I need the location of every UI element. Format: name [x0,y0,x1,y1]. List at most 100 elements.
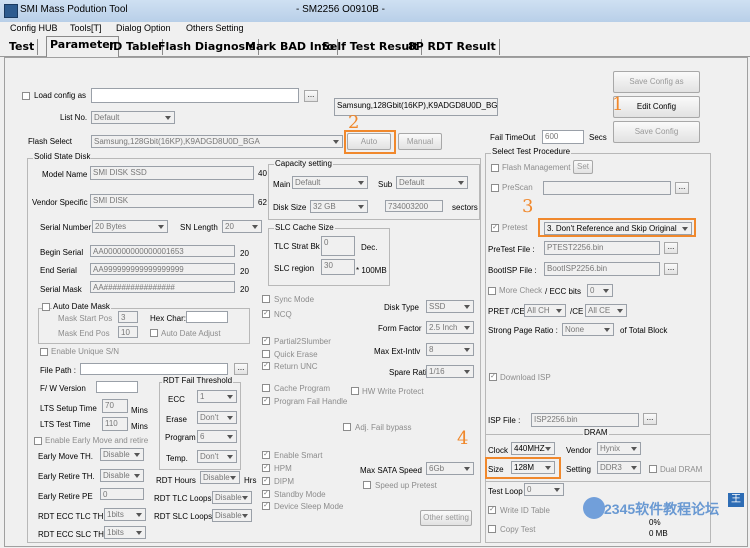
cache-program-checkbox[interactable] [262,384,270,392]
rdt-ecc-tlc-select[interactable]: 1bits [104,508,146,521]
menu-tools[interactable]: Tools[T] [70,23,102,33]
isp-file-browse-button[interactable]: ... [643,413,657,425]
prescan-browse-button[interactable]: ... [675,182,689,194]
return-unc-checkbox[interactable]: ✓ [262,362,270,370]
load-config-checkbox[interactable] [22,92,30,100]
copy-test-checkbox[interactable] [488,525,496,533]
isp-file-input[interactable]: ISP2256.bin [531,413,639,427]
strong-page-ratio-select[interactable]: None [562,323,614,336]
tlc-strat-bk-input[interactable]: 0 [321,236,355,256]
standby-mode-checkbox[interactable]: ✓ [262,490,270,498]
load-config-input[interactable] [91,88,299,103]
file-path-input[interactable] [80,363,228,375]
clock-select[interactable]: 440MHZ [511,442,555,455]
early-move-retire-checkbox[interactable] [34,437,42,445]
early-retire-pe-input[interactable]: 0 [100,488,144,500]
auto-date-adjust-checkbox[interactable] [150,329,158,337]
main-select[interactable]: Default [292,176,368,189]
menu-dialog-option[interactable]: Dialog Option [116,23,171,33]
ncq-checkbox[interactable]: ✓ [262,310,270,318]
download-isp-checkbox[interactable]: ✓ [489,373,497,381]
sn-length-select[interactable]: 20 [222,220,262,233]
mask-end-pos-input[interactable]: 10 [118,326,138,338]
rdt-hours-select[interactable]: Disable [200,471,240,484]
write-id-table-checkbox[interactable]: ✓ [488,506,496,514]
slc-region-input[interactable]: 30 [321,259,355,275]
spare-ratio-select[interactable]: 1/16 [426,365,474,378]
ecc-bits-select[interactable]: 0 [587,284,613,297]
serial-mask-input[interactable]: AA################ [90,281,235,293]
save-config-button[interactable]: Save Config [613,121,700,143]
list-no-select[interactable]: Default [91,111,175,124]
fw-version-input[interactable] [96,381,138,393]
early-retire-th-select[interactable]: Disable [100,469,144,482]
rdt-tlc-loops-select[interactable]: Disable [212,491,252,504]
enable-unique-sn-checkbox[interactable] [40,348,48,356]
bootisp-file-browse-button[interactable]: ... [664,263,678,275]
erase-select[interactable]: Don't care [197,411,237,424]
mask-start-pos-input[interactable]: 3 [118,311,138,323]
max-sata-speed-select[interactable]: 6Gb [426,462,474,475]
pretest-file-input[interactable]: PTEST2256.bin [544,241,660,255]
flash-management-checkbox[interactable] [491,164,499,172]
sub-select[interactable]: Default [396,176,468,189]
partial2slumber-checkbox[interactable]: ✓ [262,337,270,345]
quick-erase-label: Quick Erase [274,350,318,359]
program-fail-handle-checkbox[interactable]: ✓ [262,397,270,405]
menu-others-setting[interactable]: Others Setting [186,23,244,33]
hw-write-protect-checkbox[interactable] [351,387,359,395]
program-select[interactable]: 6 counts [197,430,237,443]
pretest-file-browse-button[interactable]: ... [664,242,678,254]
lts-test-time-input[interactable]: 110 [102,417,128,431]
prescan-file-input[interactable] [543,181,671,195]
file-path-browse-button[interactable]: ... [234,363,248,375]
set-button[interactable]: Set [573,160,593,174]
pret-ce-select[interactable]: All CH [524,304,566,317]
vendor-select[interactable]: Hynix [597,442,641,455]
hex-char-input[interactable] [186,311,228,323]
ce-select[interactable]: All CE [585,304,627,317]
sectors-input[interactable]: 734003200 [385,200,443,212]
dipm-checkbox[interactable]: ✓ [262,477,270,485]
enable-smart-checkbox[interactable]: ✓ [262,451,270,459]
bootisp-file-input[interactable]: BootISP2256.bin [544,262,660,276]
save-config-as-button[interactable]: Save Config as [613,71,700,93]
sync-mode-checkbox[interactable] [262,295,270,303]
pretest-checkbox[interactable]: ✓ [491,224,499,232]
hpm-checkbox[interactable]: ✓ [262,464,270,472]
edit-config-button[interactable]: Edit Config [613,96,700,118]
more-check-checkbox[interactable] [488,287,496,295]
temp-select[interactable]: Don't care [197,450,237,463]
rdt-ecc-slc-select[interactable]: 1bits [104,526,146,539]
test-loop-select[interactable]: 0 [524,483,564,496]
load-config-browse-button[interactable]: ... [304,90,318,102]
setting-select[interactable]: DDR3 [597,461,641,474]
form-factor-select[interactable]: 2.5 Inch [426,321,474,334]
disk-type-select[interactable]: SSD [426,300,474,313]
early-move-th-select[interactable]: Disable [100,448,144,461]
tab-test[interactable]: Test [6,39,39,55]
model-name-input[interactable]: SMI DISK SSD [90,166,254,180]
auto-date-mask-checkbox[interactable] [42,303,50,311]
serial-number-select[interactable]: 20 Bytes [92,220,168,233]
lts-setup-time-input[interactable]: 70 [102,399,128,413]
adj-fail-bypass-checkbox[interactable] [343,423,351,431]
device-sleep-mode-checkbox[interactable]: ✓ [262,502,270,510]
ecc-select[interactable]: 1 counts [197,390,237,403]
prescan-checkbox[interactable] [491,184,499,192]
tab-8p-rdt-result[interactable]: 8P RDT Result [405,39,500,55]
other-setting-button[interactable]: Other setting [420,510,472,526]
disk-size-select[interactable]: 32 GB [310,200,368,213]
vendor-specific-input[interactable]: SMI DISK [90,194,254,208]
flash-select[interactable]: Samsung,128Gbit(16KP),K9ADGD8U0D_BGA [91,135,343,148]
speed-up-pretest-checkbox[interactable] [363,481,371,489]
quick-erase-checkbox[interactable] [262,350,270,358]
begin-serial-input[interactable]: AA000000000000001653 [90,245,235,257]
end-serial-input[interactable]: AA999999999999999999 [90,263,235,275]
rdt-slc-loops-select[interactable]: Disable [212,509,252,522]
max-ext-intlv-select[interactable]: 8 [426,343,474,356]
manual-button[interactable]: Manual [398,133,442,150]
menu-config-hub[interactable]: Config HUB [10,23,58,33]
fail-timeout-input[interactable]: 600 [542,130,584,144]
dual-dram-checkbox[interactable] [649,465,657,473]
